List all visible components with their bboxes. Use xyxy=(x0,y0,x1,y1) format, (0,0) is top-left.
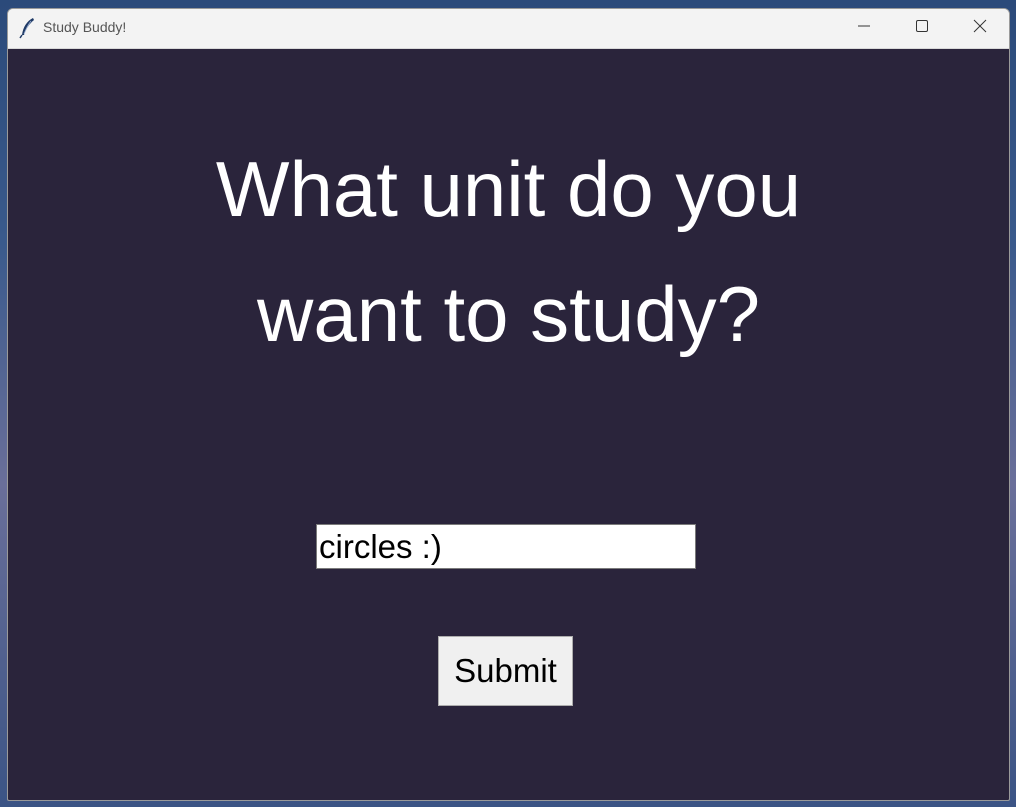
close-button[interactable] xyxy=(951,9,1009,47)
maximize-icon xyxy=(916,19,928,37)
unit-input[interactable] xyxy=(316,524,696,569)
main-content: What unit do you want to study? Submit xyxy=(8,48,1009,800)
window-title: Study Buddy! xyxy=(43,19,127,35)
close-icon xyxy=(973,19,987,38)
minimize-button[interactable] xyxy=(835,9,893,47)
feather-icon xyxy=(19,17,37,39)
minimize-icon xyxy=(858,19,870,37)
submit-button[interactable]: Submit xyxy=(438,636,573,706)
question-heading: What unit do you want to study? xyxy=(215,145,802,358)
app-window: Study Buddy! What unit do you want to st… xyxy=(7,8,1010,801)
title-bar[interactable]: Study Buddy! xyxy=(8,9,1009,47)
maximize-button[interactable] xyxy=(893,9,951,47)
